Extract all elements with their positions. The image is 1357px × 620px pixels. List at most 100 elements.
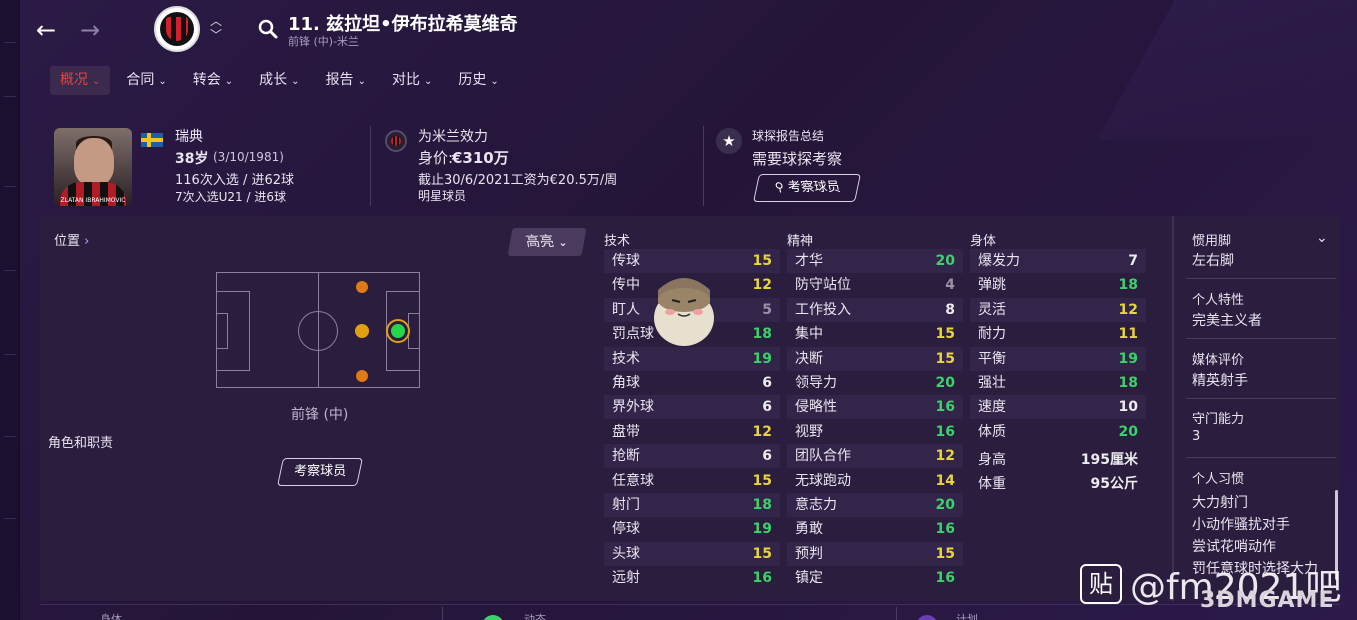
player-photo: ZLATAN IBRAHIMOVIC bbox=[54, 128, 132, 206]
bottom-tab-plan[interactable]: 计划 bbox=[956, 611, 978, 620]
attribute-name: 爆发力 bbox=[978, 253, 1020, 269]
position-section-link[interactable]: 位置 › bbox=[54, 230, 89, 249]
divider bbox=[703, 126, 704, 206]
nation-name: 瑞典 bbox=[175, 129, 203, 145]
attribute-name: 领导力 bbox=[795, 375, 837, 391]
player-info-strip: ZLATAN IBRAHIMOVIC 瑞典 38岁 (3/10/1981) 11… bbox=[40, 120, 1340, 210]
divider bbox=[1186, 278, 1336, 279]
attribute-name: 镇定 bbox=[795, 570, 823, 587]
arrow-left-icon[interactable]: ← bbox=[32, 16, 60, 44]
attribute-row[interactable]: 盘带 12 bbox=[604, 420, 780, 444]
attribute-name: 停球 bbox=[612, 521, 640, 538]
tab-history[interactable]: 历史 ⌄ bbox=[448, 66, 508, 95]
attribute-name: 防守站位 bbox=[795, 277, 851, 294]
attribute-row[interactable]: 技术 19 bbox=[604, 346, 780, 371]
plays-for: 为米兰效力 bbox=[418, 129, 488, 145]
highlight-dropdown[interactable]: 高亮 ⌄ bbox=[507, 228, 587, 256]
chevron-down-icon: ⌄ bbox=[224, 76, 234, 87]
attribute-name: 传球 bbox=[612, 253, 640, 269]
attribute-row[interactable]: 射门 18 bbox=[604, 493, 780, 517]
position-dot-secondary bbox=[355, 324, 369, 338]
attribute-row[interactable]: 平衡 19 bbox=[970, 346, 1146, 371]
status-icon bbox=[482, 615, 504, 620]
chevron-down-icon: ⌄ bbox=[558, 236, 568, 249]
attribute-row[interactable]: 远射 16 bbox=[604, 566, 780, 590]
chevron-down-icon: ⌄ bbox=[423, 76, 433, 87]
attribute-value: 18 bbox=[1118, 277, 1138, 294]
chevron-down-icon: ⌄ bbox=[291, 76, 300, 87]
attribute-row[interactable]: 镇定 16 bbox=[787, 566, 963, 590]
attribute-row[interactable]: 停球 19 bbox=[604, 517, 780, 541]
chevron-right-icon: › bbox=[84, 234, 90, 249]
tab-compare[interactable]: 对比 ⌄ bbox=[382, 66, 442, 95]
bottom-tab-dynamics[interactable]: 动态 bbox=[524, 611, 546, 620]
habit-item: 大力射门 bbox=[1192, 495, 1248, 511]
attribute-row[interactable]: 无球跑动 14 bbox=[787, 469, 963, 493]
attribute-row[interactable]: 预判 15 bbox=[787, 541, 963, 566]
divider bbox=[1186, 457, 1336, 458]
attribute-value: 20 bbox=[935, 253, 955, 269]
attribute-value: 16 bbox=[935, 570, 955, 587]
chevron-down-icon[interactable]: ⌄ bbox=[1316, 230, 1328, 246]
attribute-name: 决断 bbox=[795, 350, 823, 367]
trait-label: 个人特性 bbox=[1192, 293, 1245, 308]
height-row: 身高 195厘米 bbox=[978, 452, 1138, 468]
attribute-name: 无球跑动 bbox=[795, 472, 851, 489]
attribute-value: 7 bbox=[1128, 253, 1138, 269]
attribute-row[interactable]: 团队合作 12 bbox=[787, 444, 963, 469]
attribute-row[interactable]: 速度 10 bbox=[970, 395, 1146, 420]
arrow-right-icon[interactable]: → bbox=[76, 16, 104, 44]
bottom-tab-physical[interactable]: 身体 bbox=[100, 611, 122, 620]
tab-development[interactable]: 成长 ⌄ bbox=[249, 66, 309, 95]
chevron-down-icon: ⌄ bbox=[490, 76, 499, 87]
attribute-value: 16 bbox=[935, 423, 955, 440]
tab-reports[interactable]: 报告 ⌄ bbox=[316, 66, 376, 95]
attribute-row[interactable]: 勇敢 16 bbox=[787, 517, 963, 541]
tab-contract[interactable]: 合同 ⌄ bbox=[116, 66, 176, 95]
mental-header: 精神 bbox=[787, 234, 814, 249]
attribute-value: 12 bbox=[935, 448, 955, 465]
scout-player-button[interactable]: ⚲ 考察球员 bbox=[753, 174, 861, 202]
attribute-row[interactable]: 体质 20 bbox=[970, 420, 1146, 444]
attribute-row[interactable]: 头球 15 bbox=[604, 541, 780, 566]
attribute-name: 速度 bbox=[978, 399, 1006, 416]
player-switch-arrows-icon[interactable]: ︿ ﹀ bbox=[210, 14, 222, 42]
preferred-foot-label: 惯用脚 bbox=[1192, 234, 1232, 249]
attribute-value: 11 bbox=[1118, 326, 1138, 343]
attribute-row[interactable]: 弹跳 18 bbox=[970, 273, 1146, 297]
attribute-row[interactable]: 耐力 11 bbox=[970, 322, 1146, 346]
watermark-site: 3DMGAME bbox=[1200, 588, 1335, 613]
attribute-row[interactable]: 领导力 20 bbox=[787, 371, 963, 395]
attribute-row[interactable]: 视野 16 bbox=[787, 420, 963, 444]
tab-overview[interactable]: 概况 ⌄ bbox=[50, 66, 111, 95]
attribute-row[interactable]: 任意球 15 bbox=[604, 469, 780, 493]
tab-transfer[interactable]: 转会 ⌄ bbox=[183, 66, 243, 95]
attribute-value: 18 bbox=[752, 326, 772, 343]
attribute-row[interactable]: 工作投入 8 bbox=[787, 297, 963, 322]
scout-player-button-2[interactable]: 考察球员 bbox=[277, 458, 363, 486]
search-icon: ⚲ bbox=[773, 180, 785, 194]
attribute-row[interactable]: 防守站位 4 bbox=[787, 273, 963, 297]
attribute-row[interactable]: 抢断 6 bbox=[604, 444, 780, 469]
attribute-row[interactable]: 集中 15 bbox=[787, 322, 963, 346]
search-icon[interactable] bbox=[257, 18, 279, 40]
attribute-row[interactable]: 意志力 20 bbox=[787, 493, 963, 517]
attribute-row[interactable]: 侵略性 16 bbox=[787, 395, 963, 420]
roles-label: 角色和职责 bbox=[48, 436, 114, 451]
club-crest-icon[interactable] bbox=[154, 6, 200, 52]
attribute-value: 6 bbox=[762, 448, 772, 465]
attribute-row[interactable]: 决断 15 bbox=[787, 346, 963, 371]
attribute-row[interactable]: 爆发力 7 bbox=[970, 249, 1146, 273]
attribute-value: 19 bbox=[1118, 350, 1138, 367]
attribute-row[interactable]: 角球 6 bbox=[604, 371, 780, 395]
attribute-row[interactable]: 界外球 6 bbox=[604, 395, 780, 420]
technical-header: 技术 bbox=[604, 234, 631, 249]
left-edge-strip bbox=[0, 0, 20, 620]
attribute-value: 15 bbox=[935, 326, 955, 343]
attribute-row[interactable]: 灵活 12 bbox=[970, 297, 1146, 322]
attribute-row[interactable]: 强壮 18 bbox=[970, 371, 1146, 395]
habits-label: 个人习惯 bbox=[1192, 472, 1245, 487]
preferred-foot-value: 左右脚 bbox=[1192, 253, 1234, 269]
attribute-name: 耐力 bbox=[978, 326, 1006, 343]
attribute-row[interactable]: 才华 20 bbox=[787, 249, 963, 273]
